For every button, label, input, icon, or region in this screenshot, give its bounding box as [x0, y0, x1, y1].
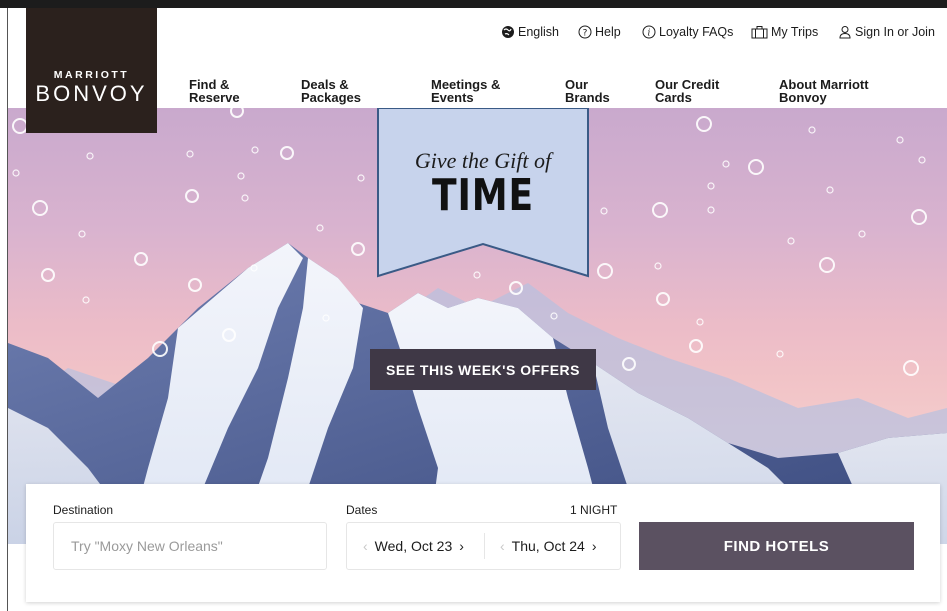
user-icon	[838, 25, 852, 39]
nav-line2: Events	[431, 90, 474, 105]
nav-line2: Cards	[655, 90, 692, 105]
chevron-left-icon: ‹	[500, 538, 505, 554]
suitcase-icon	[751, 25, 768, 39]
chevron-right-icon: ›	[459, 538, 464, 554]
nav-line2: Packages	[301, 90, 361, 105]
sign-in-link[interactable]: Sign In or Join	[838, 23, 935, 41]
chevron-right-icon: ›	[591, 538, 597, 554]
check-out-value: Thu, Oct 24	[511, 538, 585, 554]
help-link[interactable]: ? Help	[578, 23, 621, 41]
svg-text:i: i	[648, 29, 651, 39]
destination-label: Destination	[53, 503, 114, 517]
hotel-search-panel: Destination Try "Moxy New Orleans" Dates…	[26, 484, 940, 602]
find-hotels-button[interactable]: FIND HOTELS	[639, 522, 914, 570]
question-circle-icon: ?	[578, 25, 592, 39]
nav-find-reserve[interactable]: Find & Reserve	[189, 78, 299, 104]
date-divider	[484, 533, 485, 559]
language-label: English	[518, 25, 559, 39]
nav-meetings-events[interactable]: Meetings & Events	[431, 78, 541, 104]
my-trips-label: My Trips	[771, 25, 819, 39]
sign-in-label: Sign In or Join	[855, 25, 935, 39]
check-in-value: Wed, Oct 23	[374, 538, 453, 554]
nav-credit-cards[interactable]: Our Credit Cards	[655, 78, 765, 104]
globe-icon	[501, 25, 515, 39]
chevron-left-icon: ‹	[363, 538, 368, 554]
loyalty-faqs-label: Loyalty FAQs	[659, 25, 734, 39]
banner-title-line2: TIME	[432, 170, 534, 221]
my-trips-link[interactable]: My Trips	[751, 23, 818, 41]
see-offers-button[interactable]: SEE THIS WEEK'S OFFERS	[370, 349, 596, 390]
destination-input[interactable]: Try "Moxy New Orleans"	[53, 522, 327, 570]
check-in-date[interactable]: ‹ Wed, Oct 23 ›	[363, 523, 464, 569]
dates-label: Dates	[346, 503, 378, 517]
top-bar	[0, 0, 947, 8]
logo-line1: MARRIOTT	[53, 69, 130, 81]
svg-text:?: ?	[583, 29, 588, 39]
loyalty-faqs-link[interactable]: i Loyalty FAQs	[642, 23, 733, 41]
help-label: Help	[595, 25, 621, 39]
nav-deals-packages[interactable]: Deals & Packages	[301, 78, 411, 104]
info-circle-icon: i	[642, 25, 656, 39]
gift-of-time-banner[interactable]: Give the Gift of TIME	[376, 108, 590, 278]
nav-line2: Reserve	[189, 90, 240, 105]
nav-about-bonvoy[interactable]: About Marriott Bonvoy	[779, 78, 919, 104]
check-out-date[interactable]: ‹ Thu, Oct 24 ›	[500, 523, 597, 569]
date-range-picker: ‹ Wed, Oct 23 › ‹ Thu, Oct 24 ›	[346, 522, 621, 570]
nav-line2: Bonvoy	[779, 90, 827, 105]
logo-line2: BONVOY	[35, 81, 148, 106]
nights-count: 1 NIGHT	[570, 503, 618, 517]
marriott-bonvoy-logo[interactable]: MARRIOTT BONVOY	[26, 8, 157, 133]
language-link[interactable]: English	[501, 23, 559, 41]
